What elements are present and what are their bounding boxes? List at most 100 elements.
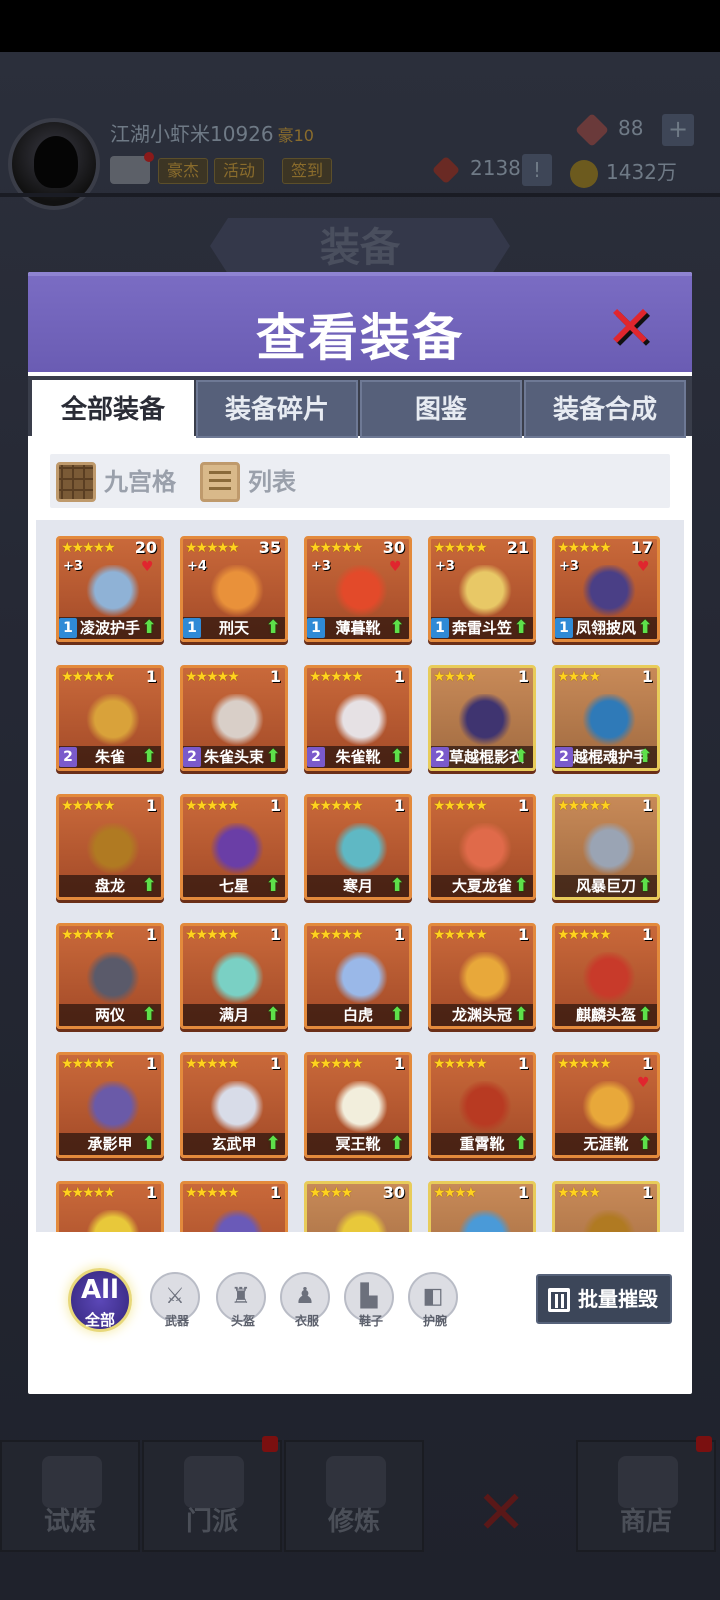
modal-header: 查看装备 ✕ bbox=[28, 272, 692, 372]
filter-weapon-label: 武器 bbox=[164, 1314, 189, 1328]
equipment-slot[interactable]: ★★★★★ 1 满月 ⬆ bbox=[180, 923, 288, 1029]
equipment-slot[interactable]: ★★★★★ 35 +4 刑天 1 ⬆ bbox=[180, 536, 288, 642]
equipment-icon bbox=[579, 694, 639, 750]
equipment-slot[interactable]: ★★★★★ 20 +3 ♥ 凌波护手 1 ⬆ bbox=[56, 536, 164, 642]
token-resource: 2138 bbox=[431, 155, 521, 184]
upgrade-arrow-icon: ⬆ bbox=[637, 1004, 653, 1025]
background-title: 装备 bbox=[210, 218, 510, 274]
heart-icon: ♥ bbox=[389, 559, 402, 575]
filter-helmet-button[interactable]: ♜ 头盔 bbox=[216, 1272, 266, 1328]
equipment-slot[interactable]: ★★★★★ 1 七星 ⬆ bbox=[180, 794, 288, 900]
equipment-slot[interactable]: ★★★★★ 1 风暴巨刀 ⬆ bbox=[552, 794, 660, 900]
equipment-slot[interactable]: ★★★★★ 1 bbox=[180, 1181, 288, 1232]
filter-shoes-button[interactable]: ▙ 鞋子 bbox=[344, 1272, 394, 1328]
equipment-slot[interactable]: ★★★★★ 1 玄武甲 ⬆ bbox=[180, 1052, 288, 1158]
coin-icon bbox=[570, 159, 598, 188]
tab-equipment-synthesis[interactable]: 装备合成 bbox=[524, 380, 686, 438]
equipment-slot[interactable]: ★★★★★ 1 麒麟头盔 ⬆ bbox=[552, 923, 660, 1029]
equipment-slot[interactable]: ★★★★★ 17 +3 ♥ 凤翎披风 1 ⬆ bbox=[552, 536, 660, 642]
tab-equipment-fragments[interactable]: 装备碎片 bbox=[196, 380, 358, 438]
filter-weapon-button[interactable]: ⚔ 武器 bbox=[150, 1272, 200, 1328]
grid-icon bbox=[56, 462, 96, 502]
equipment-slot[interactable]: ★★★★ 1 bbox=[552, 1181, 660, 1232]
upgrade-arrow-icon: ⬆ bbox=[513, 1133, 529, 1154]
item-count: 1 bbox=[517, 667, 529, 686]
shoe-icon: ▙ bbox=[360, 1284, 378, 1309]
category-filter-bar: All 全部 ⚔ 武器 ♜ 头盔 ♟ 衣服 ▙ 鞋子 ◧ 护腕 批量摧毁 bbox=[28, 1262, 692, 1342]
equipment-slot[interactable]: ★★★★★ 1 重霄靴 ⬆ bbox=[428, 1052, 536, 1158]
equipment-slot[interactable]: ★★★★★ 1 盘龙 ⬆ bbox=[56, 794, 164, 900]
clothes-icon: ♟ bbox=[295, 1284, 315, 1309]
equipment-slot[interactable]: ★★★★★ 1 龙渊头冠 ⬆ bbox=[428, 923, 536, 1029]
equipment-icon bbox=[83, 1210, 143, 1232]
item-count: 1 bbox=[641, 925, 653, 944]
equipment-slot[interactable]: ★★★★★ 1 朱雀靴 2 ⬆ bbox=[304, 665, 412, 771]
upgrade-arrow-icon: ⬆ bbox=[141, 1133, 157, 1154]
heart-icon: ♥ bbox=[141, 559, 154, 575]
filter-clothes-button[interactable]: ♟ 衣服 bbox=[280, 1272, 330, 1328]
equipment-slot[interactable]: ★★★★ 1 bbox=[428, 1181, 536, 1232]
token-count: 2138 bbox=[470, 156, 521, 180]
filter-all-sublabel: 全部 bbox=[84, 1311, 115, 1329]
nav-close-icon: ✕ bbox=[476, 1478, 527, 1548]
upgrade-arrow-icon: ⬆ bbox=[389, 875, 405, 896]
equipment-icon bbox=[331, 565, 391, 621]
nav-cultivate: 修炼 bbox=[284, 1440, 424, 1552]
equipment-slot[interactable]: ★★★★ 1 越棍魂护手 2 ⬆ bbox=[552, 665, 660, 771]
item-count: 1 bbox=[145, 925, 157, 944]
tab-codex[interactable]: 图鉴 bbox=[360, 380, 522, 438]
equipment-slot[interactable]: ★★★★★ 1 大夏龙雀 ⬆ bbox=[428, 794, 536, 900]
star-rating: ★★★★★ bbox=[185, 1056, 240, 1072]
upgrade-arrow-icon: ⬆ bbox=[141, 617, 157, 638]
equipment-slot[interactable]: ★★★★★ 1 ♥ 无涯靴 ⬆ bbox=[552, 1052, 660, 1158]
equipment-slot[interactable]: ★★★★★ 21 +3 奔雷斗笠 1 ⬆ bbox=[428, 536, 536, 642]
star-rating: ★★★★★ bbox=[185, 798, 240, 814]
mail-icon bbox=[110, 152, 154, 184]
item-count: 1 bbox=[269, 1054, 281, 1073]
filter-all-label: All bbox=[81, 1275, 119, 1305]
equipment-slot[interactable]: ★★★★ 30 bbox=[304, 1181, 412, 1232]
equipment-slot[interactable]: ★★★★★ 1 白虎 ⬆ bbox=[304, 923, 412, 1029]
grade-badge: 2 bbox=[183, 747, 201, 767]
equipment-modal: 查看装备 ✕ 全部装备 装备碎片 图鉴 装备合成 九宫格 列表 ★★★★★ 20 +… bbox=[28, 272, 692, 1394]
equipment-slot[interactable]: ★★★★ 1 草越棍影衣 2 ⬆ bbox=[428, 665, 536, 771]
close-icon[interactable]: ✕ bbox=[600, 298, 660, 358]
star-rating: ★★★★★ bbox=[309, 1056, 364, 1072]
equipment-slot[interactable]: ★★★★★ 1 承影甲 ⬆ bbox=[56, 1052, 164, 1158]
upgrade-arrow-icon: ⬆ bbox=[265, 1004, 281, 1025]
star-rating: ★★★★★ bbox=[557, 1056, 612, 1072]
heart-icon: ♥ bbox=[637, 1075, 650, 1091]
star-rating: ★★★★ bbox=[309, 1185, 353, 1201]
equipment-slot[interactable]: ★★★★★ 1 寒月 ⬆ bbox=[304, 794, 412, 900]
notification-dot bbox=[696, 1436, 712, 1452]
equipment-slot[interactable]: ★★★★★ 1 朱雀头束 2 ⬆ bbox=[180, 665, 288, 771]
list-view-button[interactable]: 列表 bbox=[200, 462, 296, 502]
star-rating: ★★★★★ bbox=[433, 540, 488, 556]
upgrade-arrow-icon: ⬆ bbox=[265, 617, 281, 638]
bulk-destroy-button[interactable]: 批量摧毁 bbox=[536, 1274, 672, 1324]
filter-all-button[interactable]: All 全部 bbox=[68, 1268, 132, 1332]
nav-shop: 商店 bbox=[576, 1436, 716, 1552]
item-count: 1 bbox=[393, 925, 405, 944]
equipment-slot[interactable]: ★★★★★ 1 冥王靴 ⬆ bbox=[304, 1052, 412, 1158]
grid-view-button[interactable]: 九宫格 bbox=[56, 462, 176, 502]
upgrade-arrow-icon: ⬆ bbox=[265, 746, 281, 767]
equipment-slot[interactable]: ★★★★★ 30 +3 ♥ 薄暮靴 1 ⬆ bbox=[304, 536, 412, 642]
item-count: 1 bbox=[517, 1054, 529, 1073]
item-count: 1 bbox=[393, 1054, 405, 1073]
filter-bracer-button[interactable]: ◧ 护腕 bbox=[408, 1272, 458, 1328]
equipment-slot[interactable]: ★★★★★ 1 朱雀 2 ⬆ bbox=[56, 665, 164, 771]
item-count: 1 bbox=[145, 1183, 157, 1202]
sword-icon: ⚔ bbox=[165, 1284, 185, 1309]
star-rating: ★★★★★ bbox=[309, 540, 364, 556]
tab-all-equipment[interactable]: 全部装备 bbox=[32, 380, 194, 440]
upgrade-arrow-icon: ⬆ bbox=[389, 746, 405, 767]
grade-badge: 2 bbox=[307, 747, 325, 767]
equipment-icon bbox=[331, 952, 391, 1008]
equipment-slot[interactable]: ★★★★★ 1 两仪 ⬆ bbox=[56, 923, 164, 1029]
equipment-icon bbox=[207, 565, 267, 621]
upgrade-arrow-icon: ⬆ bbox=[513, 746, 529, 767]
star-rating: ★★★★★ bbox=[433, 798, 488, 814]
equipment-slot[interactable]: ★★★★★ 1 bbox=[56, 1181, 164, 1232]
star-rating: ★★★★ bbox=[433, 1185, 477, 1201]
